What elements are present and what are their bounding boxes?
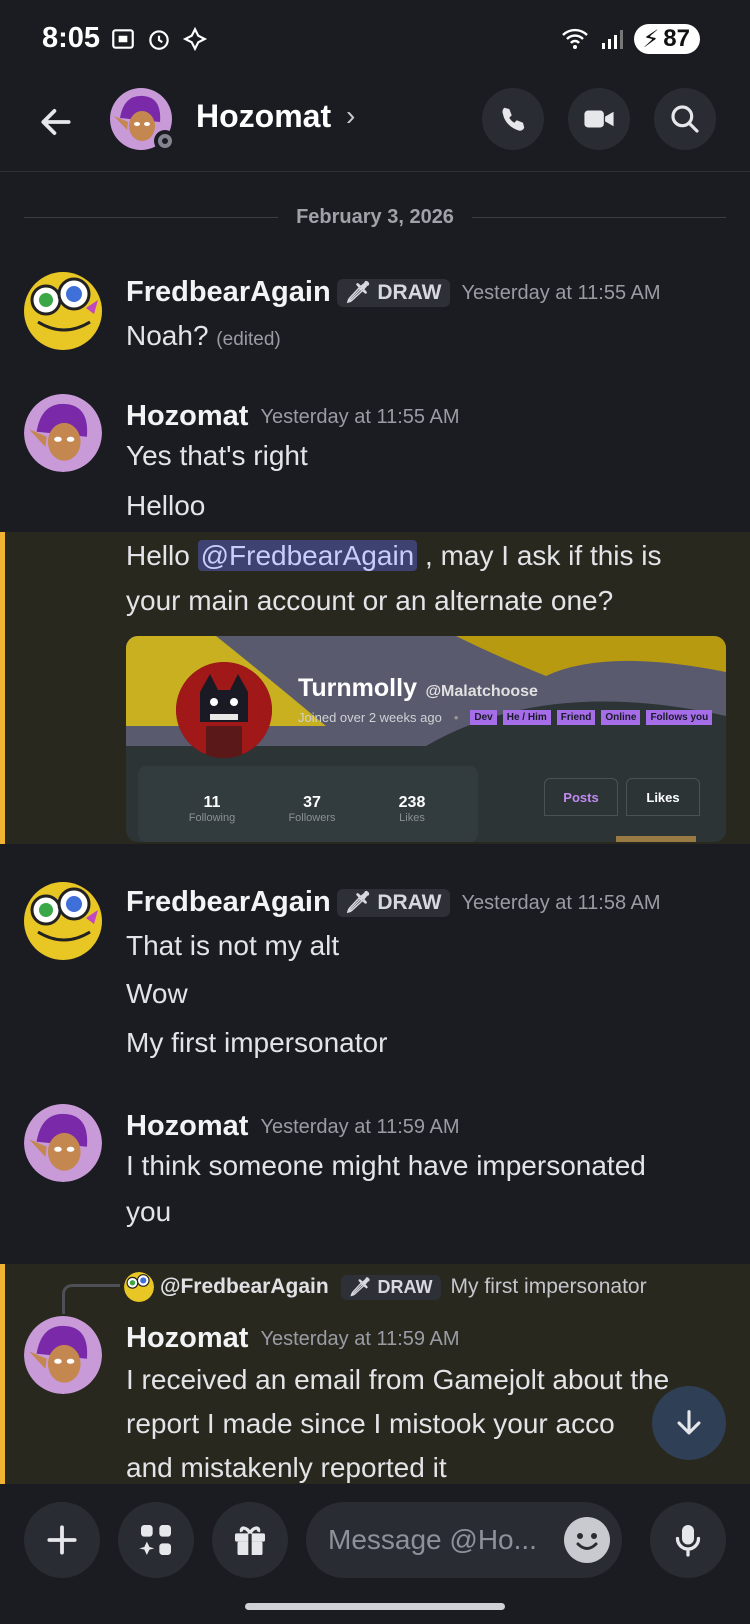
message-text: Wow: [126, 978, 188, 1009]
plus-icon: [47, 1525, 77, 1555]
sword-icon: 🗡: [348, 1276, 372, 1297]
server-tag[interactable]: 🗡 DRAW: [336, 889, 450, 918]
jump-to-bottom-button[interactable]: [652, 1386, 726, 1460]
message-text: Hello @FredbearAgain , may I ask if this…: [126, 540, 662, 571]
timestamp: Yesterday at 11:59 AM: [260, 1327, 460, 1350]
edited-label: (edited): [216, 329, 281, 350]
chevron-right-icon[interactable]: ›: [346, 100, 355, 132]
date-divider: February 3, 2026: [24, 206, 726, 229]
add-attachment-button[interactable]: [24, 1502, 100, 1578]
message-text: you: [126, 1196, 172, 1227]
smiley-icon: [576, 1533, 598, 1550]
fredbear-avatar-icon: [24, 882, 102, 960]
arrow-down-icon: [677, 1410, 701, 1435]
avatar[interactable]: [24, 272, 102, 350]
image-attachment[interactable]: Turnmolly @Malatchoose Joined over 2 wee…: [126, 636, 726, 842]
alarm-icon: [149, 30, 169, 50]
arrow-left-icon: [41, 109, 71, 135]
fredbear-avatar-icon: [124, 1272, 154, 1302]
assistant-icon: [182, 26, 208, 52]
battery-saver-icon: ⚡: [642, 25, 660, 53]
back-button[interactable]: [32, 98, 80, 146]
user-mention[interactable]: @FredbearAgain: [197, 540, 418, 571]
message-text: My first impersonator: [126, 1027, 388, 1058]
message-text: Helloo: [126, 490, 206, 521]
profile-stat: 11 Following: [188, 794, 236, 824]
sword-icon: 🗡: [344, 281, 372, 305]
message-text: I received an email from Gamejolt about …: [126, 1364, 670, 1395]
elf-avatar-icon: [24, 1316, 102, 1394]
header-avatar[interactable]: [110, 88, 176, 152]
elf-avatar-icon: [24, 1104, 102, 1182]
profile-joined: Joined over 2 weeks ago • Dev He / Him Fr…: [298, 710, 713, 725]
profile-badge: He / Him: [502, 710, 551, 725]
fredbear-avatar-icon: [24, 272, 102, 350]
message-author[interactable]: Hozomat Yesterday at 11:55 AM: [126, 400, 459, 433]
sword-icon: 🗡: [344, 891, 372, 915]
apps-button[interactable]: [118, 1502, 194, 1578]
message-input[interactable]: Message @Ho...: [306, 1502, 622, 1578]
profile-stat: 238 Likes: [398, 794, 426, 824]
message-author[interactable]: Hozomat Yesterday at 11:59 AM: [126, 1110, 459, 1143]
message-text: Noah? (edited): [126, 320, 281, 351]
wifi-icon: [562, 28, 589, 49]
gift-button[interactable]: [212, 1502, 288, 1578]
offline-status-dot: [154, 130, 176, 152]
timestamp: Yesterday at 11:59 AM: [260, 1115, 460, 1138]
profile-stat: 37 Followers: [288, 794, 336, 824]
video-call-button[interactable]: [568, 88, 630, 150]
screenshot-icon: [112, 29, 134, 49]
gift-icon: [235, 1526, 265, 1555]
profile-avatar: [176, 662, 272, 758]
phone-icon: [502, 107, 525, 131]
profile-badge: Online: [601, 710, 641, 725]
signal-icon: [602, 30, 624, 49]
message-author[interactable]: FredbearAgain 🗡 DRAW Yesterday at 11:55 AM: [126, 276, 661, 309]
message-text: and mistakenly reported it: [126, 1452, 447, 1483]
reply-connector: [62, 1284, 120, 1314]
message-text: report I made since I mistook your acco: [126, 1408, 615, 1439]
reply-preview[interactable]: @FredbearAgain 🗡 DRAW My first impersonat…: [124, 1272, 647, 1302]
emoji-button[interactable]: [564, 1517, 610, 1563]
timestamp: Yesterday at 11:58 AM: [461, 891, 661, 914]
voice-message-button[interactable]: [650, 1502, 726, 1578]
message-text: That is not my alt: [126, 930, 340, 961]
search-icon: [671, 105, 699, 133]
monster-avatar-icon: [176, 662, 272, 758]
elf-avatar-icon: [24, 394, 102, 472]
voice-call-button[interactable]: [482, 88, 544, 150]
search-button[interactable]: [654, 88, 716, 150]
timestamp: Yesterday at 11:55 AM: [461, 281, 661, 304]
tab-likes: Likes: [626, 778, 700, 816]
microphone-icon: [675, 1525, 701, 1557]
avatar[interactable]: [24, 394, 102, 472]
profile-badge: Dev: [470, 710, 497, 725]
profile-badge: Friend: [556, 710, 596, 725]
channel-title[interactable]: Hozomat: [196, 98, 331, 135]
home-indicator[interactable]: [245, 1603, 505, 1610]
message-text: Yes that's right: [126, 440, 308, 471]
profile-badge: Follows you: [646, 710, 713, 725]
message-author[interactable]: FredbearAgain 🗡 DRAW Yesterday at 11:58 AM: [126, 886, 661, 919]
server-tag[interactable]: 🗡 DRAW: [336, 279, 450, 308]
avatar[interactable]: [24, 1104, 102, 1182]
message-text: your main account or an alternate one?: [126, 585, 614, 616]
status-time: 8:05: [42, 22, 101, 54]
apps-icon: [139, 1525, 171, 1555]
timestamp: Yesterday at 11:55 AM: [260, 405, 460, 428]
profile-name: Turnmolly @Malatchoose: [298, 674, 538, 702]
tab-posts: Posts: [544, 778, 618, 816]
avatar[interactable]: [24, 882, 102, 960]
server-tag: 🗡 DRAW: [340, 1274, 441, 1300]
message-author[interactable]: Hozomat Yesterday at 11:59 AM: [126, 1322, 459, 1355]
video-camera-icon: [584, 110, 614, 128]
status-bar: 8:05 ⚡ 87: [0, 0, 750, 80]
message-text: I think someone might have impersonated: [126, 1150, 646, 1181]
channel-header: Hozomat ›: [0, 80, 750, 172]
battery-indicator: ⚡ 87: [634, 24, 700, 54]
avatar[interactable]: [24, 1316, 102, 1394]
